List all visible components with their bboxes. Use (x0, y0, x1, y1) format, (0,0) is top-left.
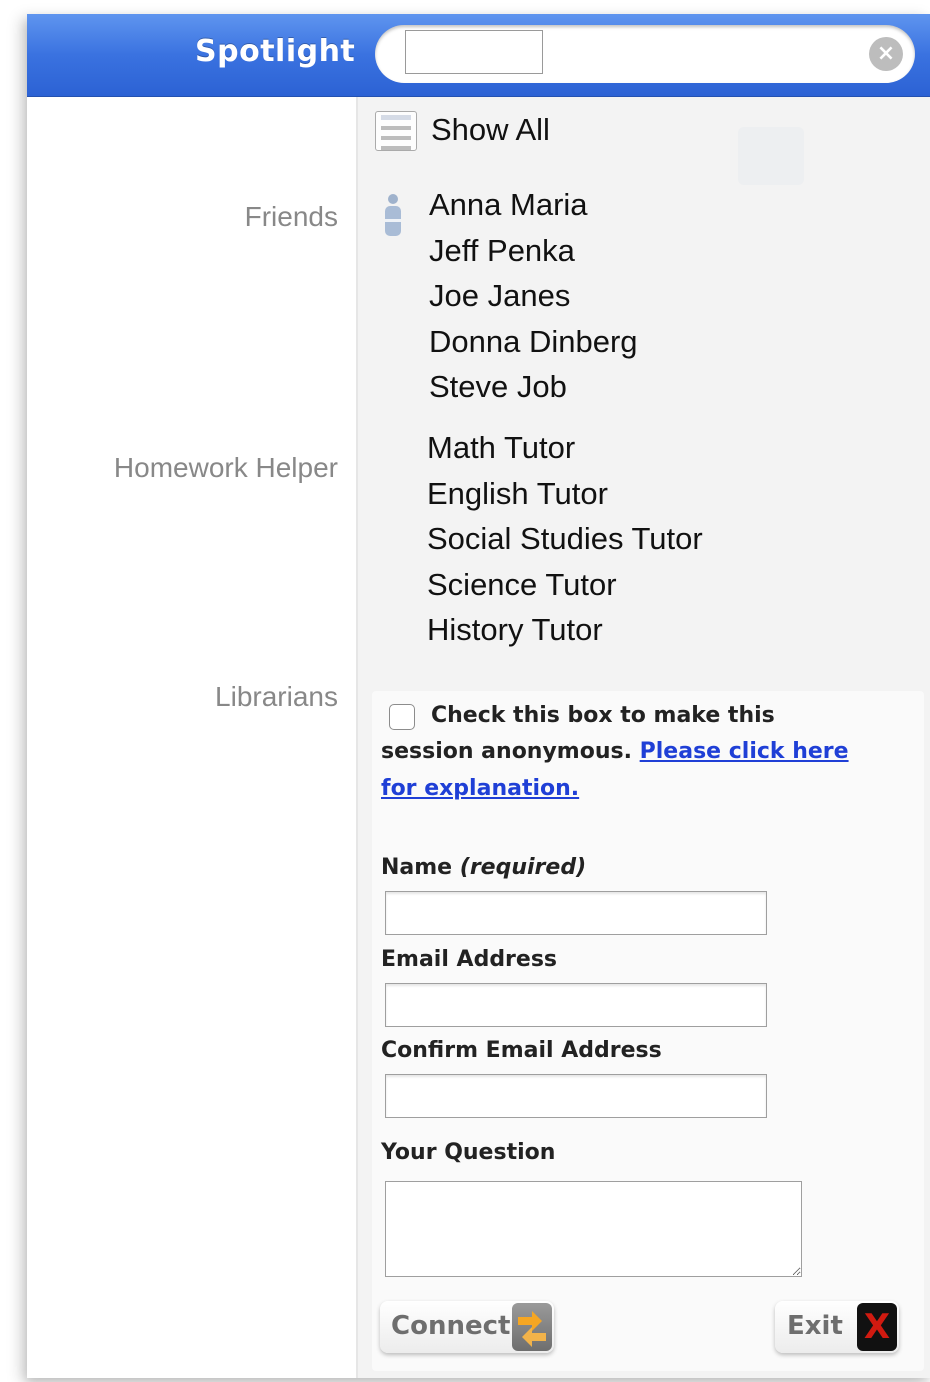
name-label-text: Name (381, 855, 453, 880)
connect-button[interactable]: Connect (380, 1301, 554, 1353)
connect-arrows-icon (512, 1303, 552, 1351)
spotlight-panel: Spotlight × Friends Homework Helper Libr… (27, 14, 930, 1378)
exit-label: Exit (787, 1311, 843, 1341)
required-note: (required) (459, 855, 587, 880)
search-input[interactable] (405, 30, 543, 74)
show-all-item[interactable]: Show All (431, 112, 550, 148)
friend-item[interactable]: Joe Janes (429, 278, 570, 314)
results-column: Show All Anna Maria Jeff Penka Joe Janes… (358, 97, 930, 1378)
anonymous-text-line2: session anonymous. Please click here (381, 739, 849, 764)
category-homework-helper: Homework Helper (113, 452, 338, 483)
category-librarians: Librarians (215, 681, 338, 712)
question-textarea[interactable] (385, 1181, 802, 1277)
friend-item[interactable]: Jeff Penka (429, 233, 575, 269)
exit-x-icon: X (857, 1303, 897, 1351)
explanation-link-cont[interactable]: for explanation. (381, 776, 579, 801)
clear-search-icon[interactable]: × (869, 37, 903, 71)
exit-button[interactable]: Exit X (775, 1301, 899, 1353)
librarian-form: Check this box to make this session anon… (372, 691, 924, 1371)
document-list-icon (375, 111, 417, 151)
background-watermark (738, 127, 804, 185)
friend-item[interactable]: Anna Maria (429, 187, 588, 223)
confirm-email-label: Confirm Email Address (381, 1038, 662, 1063)
search-field: × (375, 25, 915, 83)
email-field[interactable] (385, 983, 767, 1027)
anonymous-checkbox[interactable] (389, 704, 415, 730)
anonymous-text: Check this box to make this (431, 703, 775, 728)
spotlight-title: Spotlight (195, 34, 356, 69)
category-friends: Friends (244, 201, 338, 232)
connect-label: Connect (391, 1311, 511, 1341)
spotlight-header: Spotlight × (27, 14, 930, 97)
question-label: Your Question (381, 1140, 556, 1165)
explanation-link-line2: for explanation. (381, 776, 579, 801)
tutor-item[interactable]: History Tutor (427, 612, 603, 648)
category-column: Friends Homework Helper Librarians (27, 97, 358, 1378)
name-label: Name (required) (381, 855, 586, 880)
email-label: Email Address (381, 947, 558, 972)
tutor-item[interactable]: Social Studies Tutor (427, 521, 703, 557)
anonymous-text-cont: session anonymous. (381, 739, 632, 764)
tutor-item[interactable]: Science Tutor (427, 567, 617, 603)
tutor-item[interactable]: English Tutor (427, 476, 608, 512)
explanation-link[interactable]: Please click here (640, 739, 849, 764)
person-icon (385, 194, 401, 236)
name-field[interactable] (385, 891, 767, 935)
confirm-email-field[interactable] (385, 1074, 767, 1118)
tutor-item[interactable]: Math Tutor (427, 430, 575, 466)
friend-item[interactable]: Donna Dinberg (429, 324, 638, 360)
friend-item[interactable]: Steve Job (429, 369, 567, 405)
